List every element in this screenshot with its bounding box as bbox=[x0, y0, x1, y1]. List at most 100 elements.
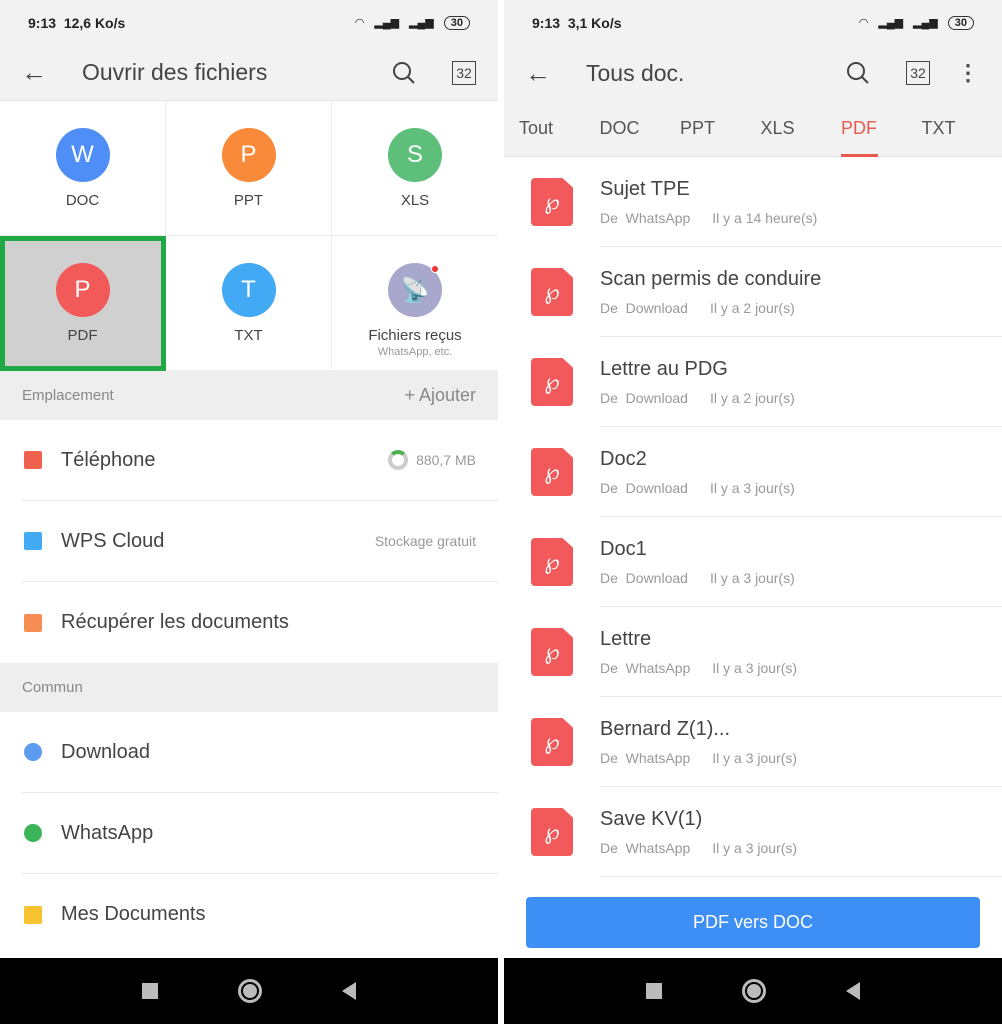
phone-icon bbox=[22, 449, 44, 471]
file-type-txt[interactable]: T TXT bbox=[166, 236, 332, 371]
tab-pdf[interactable]: PDF bbox=[841, 101, 922, 157]
file-type-label: Fichiers reçus bbox=[368, 327, 462, 344]
storage-ring-icon bbox=[388, 450, 409, 470]
section-emplacement: Emplacement + Ajouter bbox=[0, 371, 498, 420]
back-arrow-icon[interactable]: ← bbox=[21, 57, 47, 87]
file-type-grid: W DOC P PPT S XLS P PDF T TXT 📡 Fichiers… bbox=[0, 101, 498, 371]
tab-tout[interactable]: Tout bbox=[519, 101, 600, 157]
page-title: Ouvrir des fichiers bbox=[82, 59, 268, 85]
back-icon[interactable] bbox=[342, 982, 356, 1000]
file-item[interactable]: ℘ Lettre au PDG De Download Il y a 2 jour… bbox=[504, 337, 1002, 427]
file-item[interactable]: ℘ Scan permis de conduire De Download Il … bbox=[504, 247, 1002, 337]
file-time: Il y a 3 jour(s) bbox=[712, 749, 798, 766]
file-type-label: PDF bbox=[67, 327, 98, 344]
location-name: WhatsApp bbox=[61, 821, 154, 844]
network-speed: 3,1 Ko/s bbox=[567, 14, 622, 31]
location-detail: 880,7 MB bbox=[388, 450, 476, 470]
tabs-count-button[interactable]: 32 bbox=[452, 60, 476, 85]
search-icon[interactable] bbox=[392, 61, 416, 85]
add-location-button[interactable]: + Ajouter bbox=[404, 385, 476, 406]
back-icon[interactable] bbox=[846, 982, 860, 1000]
file-type-tabs: Tout DOC PPT XLS PDF TXT bbox=[504, 101, 1002, 157]
file-type-label: XLS bbox=[400, 192, 430, 209]
tabs-count-button[interactable]: 32 bbox=[906, 61, 930, 85]
file-name: Doc2 bbox=[600, 447, 647, 470]
status-bar: 9:13 3,1 Ko/s ◠ ▂▄▆ ▂▄▆ 30 bbox=[504, 0, 1002, 45]
file-item[interactable]: ℘ Lettre De WhatsApp Il y a 3 jour(s) bbox=[504, 607, 1002, 697]
open-files-screen: 9:13 12,6 Ko/s ◠ ▂▄▆ ▂▄▆ 30 ← Ouvrir des fi… bbox=[0, 0, 498, 1024]
signal-icon: ▂▄▆ bbox=[878, 17, 904, 29]
file-name: Sujet TPE bbox=[600, 177, 690, 200]
section-commun: Commun bbox=[0, 663, 498, 712]
file-time: Il y a 3 jour(s) bbox=[709, 569, 795, 586]
pdf-file-icon: ℘ bbox=[531, 718, 573, 766]
page-title: Tous doc. bbox=[586, 59, 685, 86]
file-item[interactable]: ℘ Sujet TPE De WhatsApp Il y a 14 heure(s… bbox=[504, 157, 1002, 247]
notification-dot bbox=[431, 265, 439, 273]
signal-icon: ▂▄▆ bbox=[409, 17, 434, 29]
recents-icon[interactable] bbox=[646, 983, 662, 999]
file-source: De WhatsApp bbox=[600, 209, 691, 226]
location-detail: Stockage gratuit bbox=[375, 533, 476, 549]
location-name: Téléphone bbox=[61, 448, 156, 471]
location-detail-text: 880,7 MB bbox=[416, 452, 476, 468]
pdf-file-icon: ℘ bbox=[531, 268, 573, 316]
file-source: De WhatsApp bbox=[600, 749, 691, 766]
file-type-xls[interactable]: S XLS bbox=[332, 101, 498, 236]
home-icon[interactable] bbox=[238, 979, 262, 1003]
file-source: De Download bbox=[600, 299, 688, 316]
pdf-icon: P bbox=[55, 263, 110, 317]
file-name: Lettre au PDG bbox=[600, 357, 728, 380]
file-type-label: TXT bbox=[234, 327, 263, 344]
location-whatsapp[interactable]: WhatsApp bbox=[22, 793, 498, 874]
location-download[interactable]: Download bbox=[22, 712, 498, 793]
file-item[interactable]: ℘ Bernard Z(1)... De WhatsApp Il y a 3 jo… bbox=[504, 697, 1002, 787]
tab-ppt[interactable]: PPT bbox=[680, 101, 761, 157]
file-time: Il y a 2 jour(s) bbox=[709, 389, 795, 406]
file-item[interactable]: ℘ Doc2 De Download Il y a 3 jour(s) bbox=[504, 427, 1002, 517]
tab-xls[interactable]: XLS bbox=[761, 101, 842, 157]
file-type-label: PPT bbox=[233, 192, 264, 209]
status-time: 9:13 bbox=[532, 14, 561, 31]
file-time: Il y a 3 jour(s) bbox=[709, 479, 795, 496]
network-speed: 12,6 Ko/s bbox=[63, 14, 126, 31]
doc-icon: W bbox=[55, 128, 110, 182]
more-options-icon[interactable]: ⋮ bbox=[956, 60, 980, 85]
app-header: ← Ouvrir des fichiers 32 bbox=[0, 45, 498, 101]
pdf-to-doc-button[interactable]: PDF vers DOC bbox=[526, 897, 980, 948]
app-header: ← Tous doc. 32 ⋮ bbox=[504, 45, 1002, 101]
file-type-fichiers-re-us[interactable]: 📡 Fichiers reçus WhatsApp, etc. bbox=[332, 236, 498, 371]
file-name: Lettre bbox=[600, 627, 652, 650]
location-name: Mes Documents bbox=[61, 903, 206, 925]
file-name: Bernard Z(1)... bbox=[600, 717, 731, 740]
file-type-pdf[interactable]: P PDF bbox=[0, 236, 166, 371]
recents-icon[interactable] bbox=[142, 983, 158, 999]
location-r-cup-rer-les-documents[interactable]: Récupérer les documents bbox=[22, 582, 498, 663]
back-arrow-icon[interactable]: ← bbox=[525, 58, 551, 88]
file-type-label: DOC bbox=[65, 192, 100, 209]
file-time: Il y a 3 jour(s) bbox=[712, 659, 798, 676]
location-wps-cloud[interactable]: WPS Cloud Stockage gratuit bbox=[22, 501, 498, 582]
file-item[interactable]: ℘ Doc1 De Download Il y a 3 jour(s) bbox=[504, 517, 1002, 607]
tab-txt[interactable]: TXT bbox=[922, 101, 1002, 157]
tab-doc[interactable]: DOC bbox=[600, 101, 681, 157]
location-name: WPS Cloud bbox=[61, 529, 165, 552]
pdf-file-icon: ℘ bbox=[531, 448, 573, 496]
search-icon[interactable] bbox=[846, 61, 870, 85]
file-time: Il y a 3 jour(s) bbox=[712, 839, 798, 856]
battery-icon: 30 bbox=[947, 15, 974, 30]
file-type-doc[interactable]: W DOC bbox=[0, 101, 166, 236]
file-item[interactable]: ℘ Save KV(1) De WhatsApp Il y a 3 jour(s) bbox=[504, 787, 1002, 877]
file-source: De Download bbox=[600, 389, 688, 406]
recover-folder-icon bbox=[22, 612, 44, 634]
file-name: Doc1 bbox=[600, 537, 647, 560]
pdf-file-icon: ℘ bbox=[531, 808, 573, 856]
cloud-icon bbox=[22, 530, 44, 552]
home-icon[interactable] bbox=[742, 979, 766, 1003]
location-t-l-phone[interactable]: Téléphone 880,7 MB bbox=[22, 420, 498, 501]
file-type-ppt[interactable]: P PPT bbox=[166, 101, 332, 236]
pdf-file-icon: ℘ bbox=[531, 178, 573, 226]
location-mes-documents[interactable]: Mes Documents bbox=[22, 874, 498, 955]
battery-icon: 30 bbox=[443, 15, 470, 30]
file-list: ℘ Sujet TPE De WhatsApp Il y a 14 heure(s… bbox=[504, 157, 1002, 877]
